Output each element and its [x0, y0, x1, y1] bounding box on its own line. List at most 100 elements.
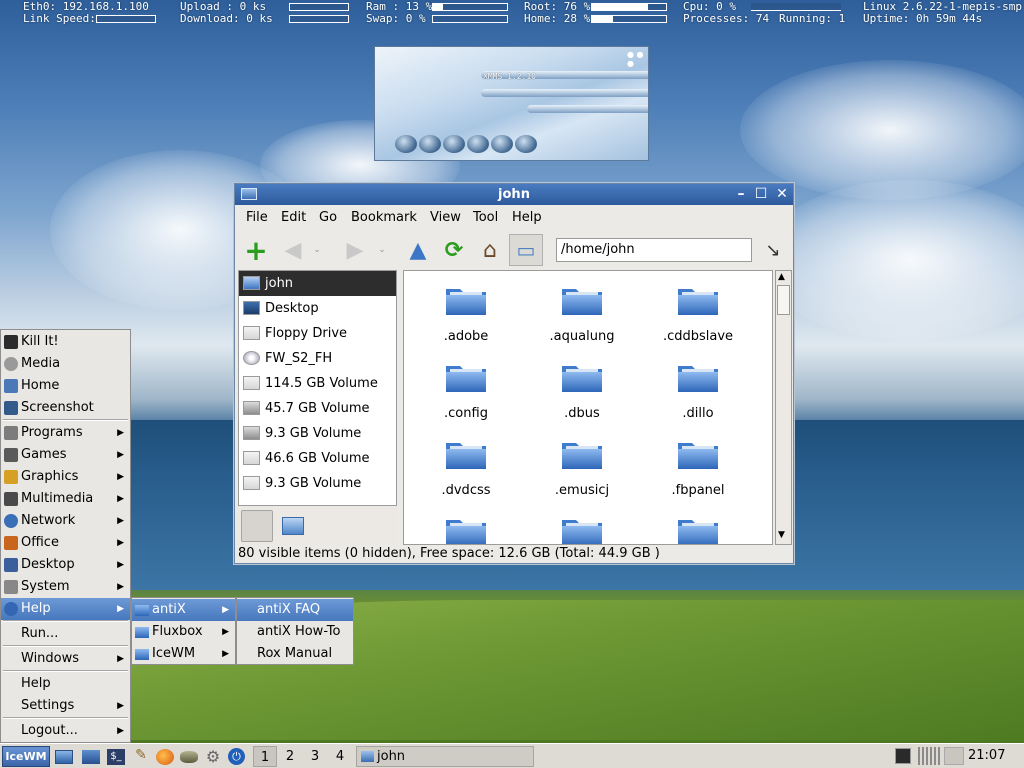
start-menu-item[interactable]: Media — [1, 353, 130, 375]
workspace-2[interactable]: 2 — [278, 746, 302, 767]
place-item[interactable]: john — [239, 271, 396, 296]
start-menu-item[interactable]: Help — [1, 673, 130, 695]
place-item[interactable]: Desktop — [239, 296, 396, 321]
antix-submenu-item[interactable]: Rox Manual — [237, 643, 353, 665]
workspace-1[interactable]: 1 — [253, 746, 277, 767]
clock[interactable]: 21:07 — [968, 748, 1005, 763]
help-submenu-item[interactable]: IceWM ▶ — [132, 643, 235, 665]
show-desktop-icon[interactable] — [55, 750, 73, 764]
back-dropdown-icon[interactable]: ⌄ — [310, 236, 324, 264]
close-icon[interactable]: ✕ — [773, 185, 791, 203]
start-menu-item[interactable]: Programs ▶ — [1, 422, 130, 444]
tray-monitor-icon[interactable] — [895, 748, 911, 764]
new-icon[interactable]: + — [241, 234, 271, 267]
file-item[interactable]: .config — [416, 348, 516, 425]
terminal-launcher-icon[interactable]: $_ — [107, 749, 125, 765]
audio-launcher-icon[interactable] — [180, 751, 198, 763]
place-item[interactable]: 46.6 GB Volume — [239, 446, 396, 471]
computer-icon[interactable]: ▭ — [509, 234, 543, 266]
start-menu-item[interactable]: Kill It! — [1, 331, 130, 353]
menu-tool[interactable]: Tool — [473, 210, 498, 225]
file-item[interactable]: .dbus — [532, 348, 632, 425]
file-item[interactable]: .emusicj — [532, 425, 632, 502]
xmms-next-button[interactable] — [491, 135, 513, 153]
antix-submenu-item[interactable]: antiX FAQ — [237, 599, 353, 621]
go-path-icon[interactable]: ↘ — [758, 236, 788, 264]
start-menu-item[interactable]: Games ▶ — [1, 444, 130, 466]
xmms-close-icon[interactable]: ● ● ● — [627, 50, 645, 68]
menu-view[interactable]: View — [430, 210, 461, 225]
start-menu-item[interactable]: Run... — [1, 623, 130, 645]
power-launcher-icon[interactable]: ⏻ — [228, 748, 245, 765]
place-item[interactable]: 45.7 GB Volume — [239, 396, 396, 421]
file-item[interactable] — [648, 502, 748, 544]
scroll-thumb[interactable] — [777, 285, 790, 315]
file-item[interactable] — [416, 502, 516, 544]
path-input[interactable]: /home/john — [556, 238, 752, 262]
firefox-launcher-icon[interactable] — [156, 749, 174, 765]
start-menu-item[interactable]: Desktop ▶ — [1, 554, 130, 576]
folder-launcher-icon[interactable] — [82, 750, 100, 764]
file-item[interactable]: .fbpanel — [648, 425, 748, 502]
start-menu-item[interactable]: Help ▶ — [1, 598, 130, 620]
menu-file[interactable]: File — [246, 210, 268, 225]
start-menu-item[interactable]: Windows ▶ — [1, 648, 130, 670]
menu-bookmark[interactable]: Bookmark — [351, 210, 417, 225]
file-manager-window[interactable]: john – ☐ ✕ File Edit Go Bookmark View To… — [234, 183, 794, 564]
help-submenu-item[interactable]: Fluxbox ▶ — [132, 621, 235, 643]
workspace-3[interactable]: 3 — [303, 746, 327, 767]
help-submenu-item[interactable]: antiX ▶ — [132, 599, 235, 621]
drive-toggle-button[interactable] — [241, 510, 273, 542]
start-menu-item[interactable]: Logout... ▶ — [1, 720, 130, 742]
xmms-eject-button[interactable] — [515, 135, 537, 153]
bookmark-toggle-icon[interactable] — [282, 517, 304, 535]
start-menu-item[interactable]: System ▶ — [1, 576, 130, 598]
place-item[interactable]: 9.3 GB Volume — [239, 421, 396, 446]
xmms-seek-bar[interactable] — [481, 89, 648, 97]
start-menu-item[interactable]: Office ▶ — [1, 532, 130, 554]
start-menu-item[interactable]: Home — [1, 375, 130, 397]
start-menu-item[interactable]: Graphics ▶ — [1, 466, 130, 488]
menu-go[interactable]: Go — [319, 210, 337, 225]
xmms-prev-button[interactable] — [395, 135, 417, 153]
xmms-volume-bar[interactable] — [527, 105, 648, 113]
place-item[interactable]: FW_S2_FH — [239, 346, 396, 371]
home-icon[interactable]: ⌂ — [475, 236, 505, 264]
back-icon[interactable]: ◀ — [278, 236, 308, 264]
maximize-icon[interactable]: ☐ — [752, 185, 770, 203]
start-menu-item[interactable]: Network ▶ — [1, 510, 130, 532]
xmms-play-button[interactable] — [419, 135, 441, 153]
place-item[interactable]: 9.3 GB Volume — [239, 471, 396, 496]
settings-launcher-icon[interactable]: ⚙ — [204, 747, 222, 766]
menu-edit[interactable]: Edit — [281, 210, 306, 225]
place-item[interactable]: 114.5 GB Volume — [239, 371, 396, 396]
start-menu-item[interactable]: Multimedia ▶ — [1, 488, 130, 510]
refresh-icon[interactable]: ⟳ — [439, 236, 469, 264]
file-item[interactable] — [532, 502, 632, 544]
file-item[interactable]: .dvdcss — [416, 425, 516, 502]
start-button[interactable]: IceWM — [2, 746, 50, 767]
workspace-4[interactable]: 4 — [328, 746, 352, 767]
xmms-pause-button[interactable] — [443, 135, 465, 153]
scroll-up-icon[interactable]: ▲ — [778, 272, 785, 282]
file-item[interactable]: .dillo — [648, 348, 748, 425]
file-item[interactable]: .aqualung — [532, 271, 632, 348]
task-button-john[interactable]: john — [356, 746, 534, 767]
start-menu-item[interactable]: Screenshot — [1, 397, 130, 419]
up-icon[interactable]: ▲ — [403, 236, 433, 264]
vertical-scrollbar[interactable]: ▲ ▼ — [775, 270, 792, 545]
forward-dropdown-icon[interactable]: ⌄ — [375, 236, 389, 264]
forward-icon[interactable]: ▶ — [340, 236, 370, 264]
start-menu-item[interactable]: Settings ▶ — [1, 695, 130, 717]
xmms-stop-button[interactable] — [467, 135, 489, 153]
file-item[interactable]: .adobe — [416, 271, 516, 348]
scroll-down-icon[interactable]: ▼ — [778, 530, 785, 540]
antix-submenu-item[interactable]: antiX How-To — [237, 621, 353, 643]
editor-launcher-icon[interactable]: ✎ — [132, 747, 150, 766]
minimize-icon[interactable]: – — [732, 185, 750, 203]
file-item[interactable]: .cddbslave — [648, 271, 748, 348]
menu-help[interactable]: Help — [512, 210, 542, 225]
window-titlebar[interactable]: john – ☐ ✕ — [235, 184, 793, 205]
xmms-player[interactable]: XMMS 1.2.10 ● ● ● — [374, 46, 649, 161]
place-item[interactable]: Floppy Drive — [239, 321, 396, 346]
